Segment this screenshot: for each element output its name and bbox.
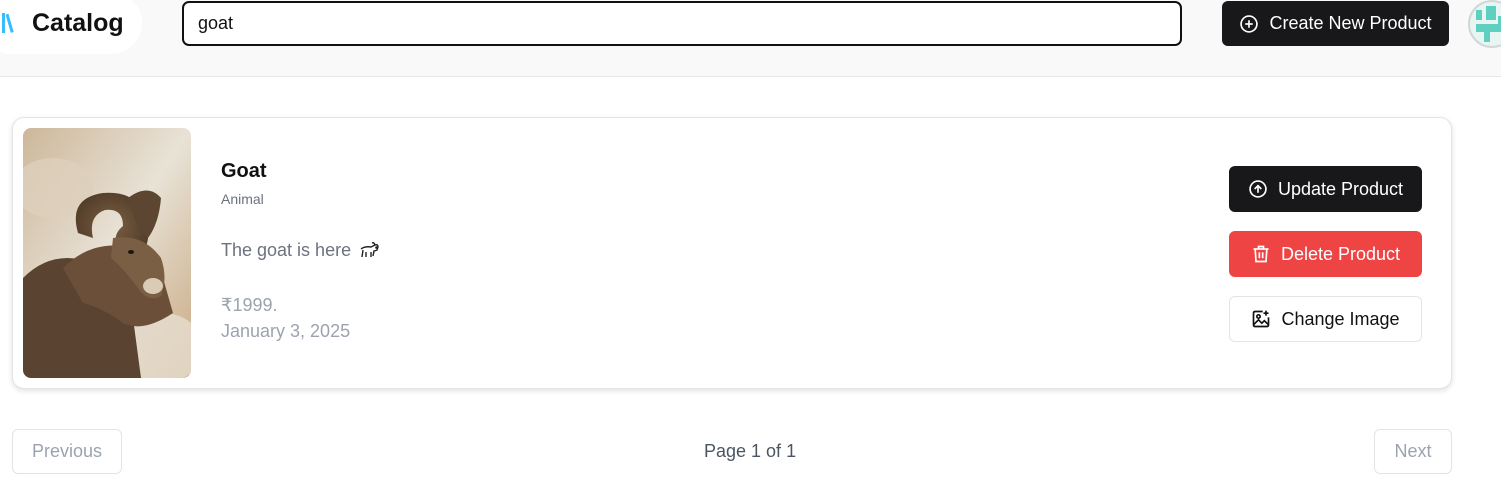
product-name: Goat [221,160,267,182]
delete-product-button[interactable]: Delete Product [1229,231,1422,277]
product-description-text: The goat is here [221,239,352,260]
avatar-pattern-icon [1476,6,1501,42]
top-bar: Catalog Create New Product [0,0,1501,77]
previous-page-button[interactable]: Previous [12,429,122,474]
change-image-button-label: Change Image [1281,308,1400,329]
next-page-button[interactable]: Next [1374,429,1452,474]
search-input[interactable] [182,1,1182,46]
book-stack-icon [2,13,14,33]
change-image-button[interactable]: Change Image [1229,296,1422,342]
product-date: January 3, 2025 [221,321,351,341]
goat-photo [23,128,191,378]
update-button-label: Update Product [1277,178,1404,199]
update-product-button[interactable]: Update Product [1229,166,1422,212]
trash-icon [1253,245,1269,263]
brand[interactable]: Catalog [0,0,142,54]
plus-circle-icon [1240,14,1259,33]
product-category: Animal [221,191,264,207]
avatar[interactable] [1468,0,1501,48]
page-indicator: Page 1 of 1 [704,441,797,461]
product-image [23,128,191,378]
goat-emoji-icon [360,242,379,258]
app-title: Catalog [32,8,124,37]
create-new-product-button[interactable]: Create New Product [1222,1,1449,46]
product-price: ₹1999. [221,295,278,315]
image-plus-icon [1253,310,1270,328]
create-button-label: Create New Product [1269,13,1432,33]
product-description: The goat is here [221,239,381,261]
arrow-up-circle-icon [1249,180,1267,198]
product-card: Goat Animal The goat is here ₹1999. Janu… [12,117,1452,389]
delete-button-label: Delete Product [1280,243,1401,264]
